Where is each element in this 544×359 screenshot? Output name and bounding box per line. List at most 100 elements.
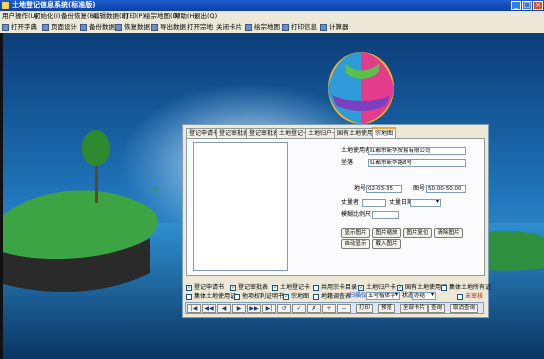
check-state-land-cert[interactable]: 国有土地使用证: [397, 283, 447, 292]
location-label: 坐落: [341, 159, 354, 166]
checkbox[interactable]: [272, 283, 278, 292]
toolbar-label: 打印信息: [291, 23, 317, 31]
parcel-no-field[interactable]: 02-03-35: [366, 185, 402, 193]
close-button[interactable]: ×: [533, 1, 543, 10]
left-edge-bar: [0, 33, 3, 359]
check-registration-card[interactable]: 土地登记卡: [272, 283, 310, 292]
checkbox-label: 登记申请书: [194, 284, 225, 291]
export-icon: [151, 23, 158, 31]
toolbar-backup[interactable]: 备份数据: [80, 22, 115, 32]
check-shared-catalog[interactable]: 共用宗卡目录: [313, 283, 357, 292]
toolbar-open-parcel[interactable]: 打开宗地: [187, 22, 213, 32]
toolbar-label: 打开字典: [11, 23, 37, 31]
check-unreviewed[interactable]: 未审核: [457, 292, 483, 301]
checkbox-label: 集体土地所有证: [449, 284, 492, 291]
land-user-field[interactable]: 红都市新华贸易有限公司: [368, 147, 466, 155]
first-record-button[interactable]: |◀: [187, 304, 201, 313]
toolbar-export[interactable]: 导出数据: [151, 22, 186, 32]
scanner-label: 扫描仪: [349, 292, 368, 299]
refresh-button[interactable]: ↺: [277, 304, 291, 313]
maximize-button[interactable]: □: [522, 1, 532, 10]
checkbox[interactable]: [186, 283, 192, 292]
menu-quit[interactable]: 退出(Q): [194, 11, 217, 21]
printer-icon: [282, 23, 289, 31]
auto-show-button[interactable]: 自动显示: [341, 239, 370, 249]
checkbox[interactable]: [234, 293, 240, 300]
scale-label: 模糊比例尺: [341, 211, 372, 218]
toolbar-restore[interactable]: 恢复数据: [115, 22, 150, 32]
menu-init[interactable]: 初始化(I): [34, 11, 61, 21]
map-icon: [245, 23, 252, 31]
checkbox[interactable]: [283, 292, 289, 301]
menu-print[interactable]: 打印(P): [123, 11, 145, 21]
search-button[interactable]: 查询: [428, 304, 446, 313]
checkbox[interactable]: [186, 293, 192, 300]
checkbox[interactable]: [457, 293, 463, 300]
surveyor-field[interactable]: [362, 199, 386, 207]
checkbox[interactable]: [313, 293, 319, 300]
survey-date-field[interactable]: [410, 199, 441, 207]
location-field[interactable]: 红都市新华路8号: [368, 159, 466, 167]
reset-image-button[interactable]: 图片复位: [403, 228, 432, 238]
prev-record-button[interactable]: ◀: [217, 304, 231, 313]
toolbar-label: 绘宗地图: [254, 23, 280, 31]
check-application[interactable]: 登记申请书: [186, 283, 224, 292]
checkbox[interactable]: [230, 283, 236, 292]
all-cards-button[interactable]: 全部卡片: [400, 304, 429, 313]
cancel-search-button[interactable]: 取消查询: [450, 304, 479, 313]
checkbox[interactable]: [397, 283, 403, 292]
title-bar: 土地登记信息系统(标准版) _ □ ×: [0, 0, 544, 11]
surveyor-label: 丈量者: [341, 199, 360, 206]
record-navbar: |◀ ◀◀ ◀ ▶ ▶▶ ▶| ↺ ✓ ✗ + − 打印 预览 全部卡片 查询 …: [185, 302, 484, 314]
checkbox[interactable]: [313, 284, 319, 291]
toolbar-label: 备份数据: [89, 23, 115, 31]
check-other-rights[interactable]: 他项权利证明书: [234, 292, 284, 301]
cancel-edit-button[interactable]: ✗: [307, 304, 321, 313]
last-record-button[interactable]: ▶|: [262, 304, 276, 313]
print-button[interactable]: 打印: [356, 304, 374, 313]
toolbar-page-design[interactable]: 页面设计: [42, 22, 77, 32]
menu-user[interactable]: 用户操作(U): [2, 11, 38, 21]
toolbar-close-card[interactable]: 关闭卡片: [216, 22, 242, 32]
show-image-button[interactable]: 显示图片: [341, 228, 370, 238]
toolbar-label: 页面设计: [51, 23, 77, 31]
check-parcel-map[interactable]: 宗地图: [283, 292, 309, 301]
toolbar-open-dict[interactable]: 打开字典: [2, 22, 37, 32]
book-icon: [2, 23, 9, 31]
check-collective-ownership[interactable]: 集体土地所有证: [441, 283, 491, 292]
zoom-image-button[interactable]: 图片缩放: [372, 228, 401, 238]
map-no-field[interactable]: 50.00-50.00: [426, 185, 466, 193]
next-page-button[interactable]: ▶▶: [247, 304, 261, 313]
parcel-map-preview[interactable]: [193, 142, 288, 271]
checkmark-icon: ✓: [152, 184, 161, 195]
toolbar-print-info[interactable]: 打印信息: [282, 22, 317, 32]
check-household-card[interactable]: 土地归户卡: [358, 283, 396, 292]
checkbox[interactable]: [358, 283, 364, 292]
confirm-button[interactable]: ✓: [292, 304, 306, 313]
calculator-icon: [320, 23, 327, 31]
checkbox-label: 集体土地使用证: [194, 293, 237, 300]
prev-page-button[interactable]: ◀◀: [202, 304, 216, 313]
delete-record-button[interactable]: −: [337, 304, 351, 313]
next-record-button[interactable]: ▶: [232, 304, 246, 313]
check-approval[interactable]: 登记审批表: [230, 283, 268, 292]
load-image-button[interactable]: 载入图片: [372, 239, 401, 249]
check-cadastral-survey[interactable]: 地籍调查表: [313, 292, 351, 301]
disk-icon: [80, 23, 87, 31]
menu-backup[interactable]: 备份恢复(B): [61, 11, 97, 21]
tree-crown: [82, 130, 110, 166]
minimize-button[interactable]: _: [511, 1, 521, 10]
toolbar-calculator[interactable]: 计算器: [320, 22, 349, 32]
add-record-button[interactable]: +: [322, 304, 336, 313]
status-select[interactable]: 办结: [412, 292, 436, 300]
checkbox-label: 共用宗卡目录: [321, 284, 358, 291]
preview-button[interactable]: 预览: [378, 304, 396, 313]
scale-field[interactable]: [372, 211, 399, 219]
check-collective-use[interactable]: 集体土地使用证: [186, 292, 236, 301]
font-select[interactable]: 五号楷体字: [366, 292, 400, 300]
toolbar-label: 关闭卡片: [216, 23, 242, 31]
checkbox[interactable]: [441, 284, 447, 291]
page-icon: [42, 23, 49, 31]
toolbar-draw-map[interactable]: 绘宗地图: [245, 22, 280, 32]
clear-image-button[interactable]: 清除图片: [434, 228, 463, 238]
